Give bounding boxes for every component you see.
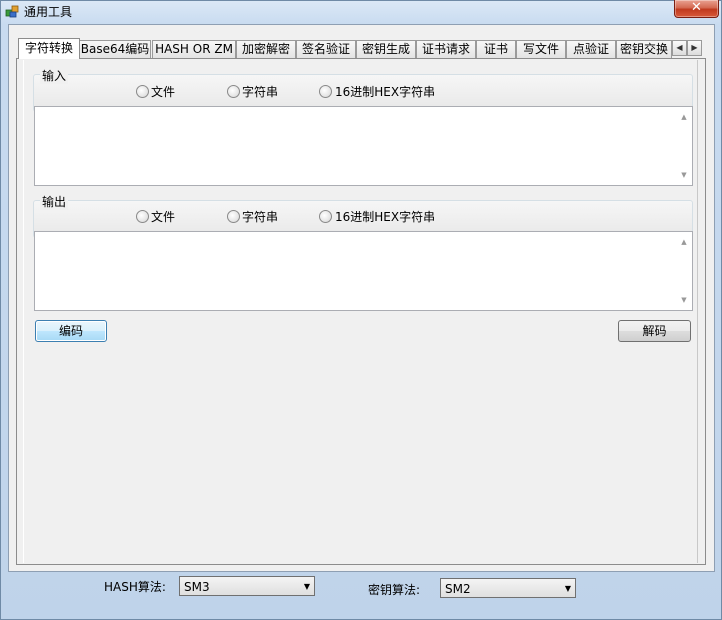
tab-char-convert[interactable]: 字符转换: [18, 38, 80, 59]
input-radio-hex-label: 16进制HEX字符串: [335, 85, 436, 99]
tab-scroll-left-icon[interactable]: ◀: [672, 40, 687, 56]
output-radio-file[interactable]: [136, 210, 149, 223]
scroll-down-icon[interactable]: ▼: [676, 293, 692, 307]
key-algorithm-select[interactable]: SM2 ▼: [440, 578, 576, 598]
close-icon: ✕: [691, 0, 702, 15]
tab-base64[interactable]: Base64编码: [79, 40, 151, 58]
tab-cert[interactable]: 证书: [476, 40, 516, 58]
tab-scroll-right-icon[interactable]: ▶: [687, 40, 702, 56]
output-textarea[interactable]: ▲ ▼: [34, 231, 693, 311]
hash-algorithm-select[interactable]: SM3 ▼: [179, 576, 315, 596]
hash-algorithm-value: SM3: [184, 580, 210, 594]
output-radio-string[interactable]: [227, 210, 240, 223]
tab-sign-verify[interactable]: 签名验证: [296, 40, 356, 58]
encode-button[interactable]: 编码: [35, 320, 107, 342]
decode-button[interactable]: 解码: [618, 320, 691, 342]
tab-point-verify[interactable]: 点验证: [566, 40, 616, 58]
output-radio-hex[interactable]: [319, 210, 332, 223]
output-group-title: 输出: [40, 193, 69, 210]
hash-algorithm-label: HASH算法:: [104, 580, 166, 594]
tab-cert-request[interactable]: 证书请求: [416, 40, 476, 58]
key-algorithm-value: SM2: [445, 582, 471, 596]
output-radio-hex-label: 16进制HEX字符串: [335, 210, 436, 224]
input-scrollbar[interactable]: ▲ ▼: [676, 107, 692, 185]
tab-key-gen[interactable]: 密钥生成: [356, 40, 416, 58]
tab-encrypt-decrypt[interactable]: 加密解密: [236, 40, 296, 58]
scroll-up-icon[interactable]: ▲: [676, 235, 692, 249]
input-textarea[interactable]: ▲ ▼: [34, 106, 693, 186]
input-radio-file[interactable]: [136, 85, 149, 98]
input-group-title: 输入: [40, 67, 69, 84]
scroll-down-icon[interactable]: ▼: [676, 168, 692, 182]
scroll-up-icon[interactable]: ▲: [676, 110, 692, 124]
close-button[interactable]: ✕: [674, 0, 719, 18]
chevron-down-icon: ▼: [564, 584, 571, 593]
key-algorithm-label: 密钥算法:: [368, 583, 421, 597]
app-icon: [5, 5, 19, 18]
tab-strip: 字符转换 Base64编码 HASH OR ZM 加密解密 签名验证 密钥生成 …: [16, 38, 706, 59]
tab-hash[interactable]: HASH OR ZM: [152, 40, 236, 58]
tab-key-exchange[interactable]: 密钥交换: [616, 40, 672, 58]
input-radio-file-label: 文件: [151, 85, 176, 99]
input-radio-string[interactable]: [227, 85, 240, 98]
chevron-down-icon: ▼: [303, 582, 310, 591]
input-radio-string-label: 字符串: [242, 85, 279, 99]
input-radio-hex[interactable]: [319, 85, 332, 98]
output-radio-file-label: 文件: [151, 210, 176, 224]
window-title: 通用工具: [24, 5, 73, 19]
output-scrollbar[interactable]: ▲ ▼: [676, 232, 692, 310]
tab-write-file[interactable]: 写文件: [516, 40, 566, 58]
output-radio-string-label: 字符串: [242, 210, 279, 224]
title-bar: 通用工具 ✕: [0, 0, 722, 22]
